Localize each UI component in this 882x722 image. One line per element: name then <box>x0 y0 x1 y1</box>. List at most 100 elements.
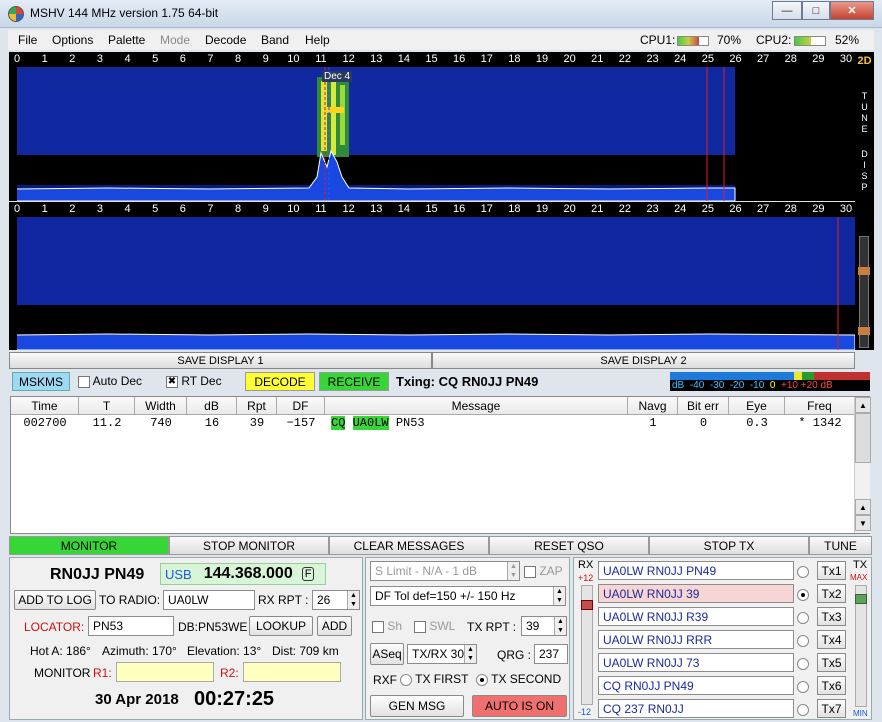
sh-checkbox[interactable]: Sh <box>372 619 402 633</box>
scroll-thumb[interactable] <box>855 413 871 463</box>
tx3-message-field[interactable]: UA0LW RN0JJ R39 <box>598 607 794 626</box>
maximize-icon[interactable]: □ <box>802 1 830 20</box>
scroll-down-icon[interactable]: ▼ <box>855 515 871 531</box>
menu-file[interactable]: File <box>18 33 37 47</box>
scale-tick: 28 <box>784 53 797 65</box>
qrg-field[interactable]: 237 <box>534 644 568 664</box>
save-display-1-button[interactable]: SAVE DISPLAY 1 <box>9 352 432 369</box>
tx-gain-slider[interactable] <box>855 585 867 707</box>
tx6-button[interactable]: Tx6 <box>817 676 846 695</box>
tx-second-radio[interactable]: TX SECOND <box>476 672 561 686</box>
df-tolerance-select[interactable]: DF Tol def=150 +/- 150 Hz ▲ ▼ <box>370 586 566 606</box>
stop-monitor-button[interactable]: STOP MONITOR <box>169 536 329 555</box>
tx6-radio[interactable] <box>797 679 809 693</box>
tx-rpt-spinner-icon[interactable]: ▲ ▼ <box>554 617 566 635</box>
cell-freq: * 1342 <box>798 416 842 430</box>
mode-2d-label[interactable]: 2D <box>855 55 874 67</box>
stop-tx-button[interactable]: STOP TX <box>649 536 809 555</box>
rx-gain-slider[interactable] <box>581 585 593 705</box>
f-button[interactable]: F <box>301 567 315 581</box>
db-info: DB:PN53WE <box>178 620 248 634</box>
level-slider-handle-1[interactable] <box>858 267 870 275</box>
txrx-period-select[interactable]: TX/RX 30 s ▲ ▼ <box>407 644 477 664</box>
scroll-up-icon-2[interactable]: ▲ <box>855 499 871 515</box>
gen-msg-button[interactable]: GEN MSG <box>370 695 464 717</box>
tx7-radio[interactable] <box>797 702 809 716</box>
tx7-button[interactable]: Tx7 <box>817 699 846 718</box>
tx-gain-handle[interactable] <box>855 594 867 604</box>
df-tolerance-spinner-icon[interactable]: ▲ ▼ <box>553 587 565 605</box>
waterfall-display-1[interactable]: Dec 4 <box>9 67 855 201</box>
tx7-message-field[interactable]: CQ 237 RN0JJ <box>598 699 794 718</box>
level-slider[interactable] <box>858 236 870 348</box>
tx5-radio[interactable] <box>797 656 809 670</box>
table-scrollbar[interactable]: ▲ ▲ ▼ <box>854 397 871 533</box>
swl-checkbox[interactable]: SWL <box>414 619 455 633</box>
tx4-radio[interactable] <box>797 633 809 647</box>
locator-field[interactable]: PN53 <box>88 616 174 636</box>
scale-tick: 4 <box>124 203 131 215</box>
reset-qso-button[interactable]: RESET QSO <box>489 536 649 555</box>
rx-rpt-field[interactable]: 26 ▲ ▼ <box>312 590 360 610</box>
txrx-spinner-icon[interactable]: ▲ ▼ <box>464 645 476 663</box>
tx3-radio[interactable] <box>797 610 809 624</box>
r2-field[interactable] <box>243 662 341 682</box>
menu-decode[interactable]: Decode <box>205 33 246 47</box>
tx3-button[interactable]: Tx3 <box>817 607 846 626</box>
tx4-button[interactable]: Tx4 <box>817 630 846 649</box>
menu-band[interactable]: Band <box>261 33 289 47</box>
monitor-button[interactable]: MONITOR <box>9 536 169 555</box>
add-to-log-button[interactable]: ADD TO LOG <box>14 590 96 610</box>
rt-dec-checkbox[interactable]: ✖ RT Dec <box>166 374 222 388</box>
table-row[interactable]: 002700 11.2 740 16 39 −157 CQ UA0LW PN53… <box>11 397 855 433</box>
auto-dec-checkbox[interactable]: Auto Dec <box>78 374 142 388</box>
menu-mode[interactable]: Mode <box>160 33 190 47</box>
receive-button[interactable]: RECEIVE <box>319 372 389 391</box>
tx-second-label: TX SECOND <box>491 672 562 686</box>
rx-rpt-value: 26 <box>317 593 331 607</box>
msg-locator: PN53 <box>395 416 425 430</box>
menu-options[interactable]: Options <box>52 33 93 47</box>
tx5-button[interactable]: Tx5 <box>817 653 846 672</box>
decode-button[interactable]: DECODE <box>245 372 315 391</box>
tx1-button[interactable]: Tx1 <box>817 561 846 580</box>
tx-first-radio[interactable]: TX FIRST <box>400 672 468 686</box>
mode-button[interactable]: MSKMS <box>12 372 70 391</box>
lookup-button[interactable]: LOOKUP <box>249 616 313 636</box>
tx-rpt-label: TX RPT : <box>467 620 517 634</box>
scroll-up-icon[interactable]: ▲ <box>855 397 871 413</box>
aseq-button[interactable]: ASeq <box>370 643 404 665</box>
menu-help[interactable]: Help <box>305 33 330 47</box>
tx4-message-field[interactable]: UA0LW RN0JJ RRR <box>598 630 794 649</box>
level-slider-handle-2[interactable] <box>858 327 870 335</box>
menu-palette[interactable]: Palette <box>108 33 145 47</box>
minimize-icon[interactable]: — <box>772 1 802 20</box>
frequency-display[interactable]: USB 144.368.000 F <box>160 563 326 585</box>
r1-field[interactable] <box>116 662 214 682</box>
tx2-radio[interactable] <box>797 587 809 601</box>
rxf-label[interactable]: RXF <box>373 673 397 687</box>
tx2-button[interactable]: Tx2 <box>817 584 846 603</box>
s-limit-field[interactable]: S Limit - N/A - 1 dB ▲ ▼ <box>370 561 520 581</box>
tx1-radio[interactable] <box>797 564 809 578</box>
tx-rpt-field[interactable]: 39 ▲ ▼ <box>521 616 567 636</box>
auto-is-on-button[interactable]: AUTO IS ON <box>472 695 567 717</box>
close-icon[interactable]: ✕ <box>830 1 874 20</box>
s-limit-spinner-icon[interactable]: ▲ ▼ <box>507 562 519 580</box>
tx1-message-field[interactable]: UA0LW RN0JJ PN49 <box>598 561 794 580</box>
tx6-message-field[interactable]: CQ RN0JJ PN49 <box>598 676 794 695</box>
cell-message[interactable]: CQ UA0LW PN53 <box>331 415 425 431</box>
tx5-message-field[interactable]: UA0LW RN0JJ 73 <box>598 653 794 672</box>
call-grid: RN0JJ PN49 <box>50 566 145 583</box>
to-radio-field[interactable]: UA0LW <box>163 590 255 610</box>
rx-rpt-spinner-icon[interactable]: ▲ ▼ <box>347 591 359 609</box>
decoded-messages-table[interactable]: Time T Width dB Rpt DF Message Navg Bit … <box>10 396 871 534</box>
tx2-message-field[interactable]: UA0LW RN0JJ 39 <box>598 584 794 603</box>
rx-gain-handle[interactable] <box>581 600 593 610</box>
clear-messages-button[interactable]: CLEAR MESSAGES <box>329 536 489 555</box>
save-display-2-button[interactable]: SAVE DISPLAY 2 <box>432 352 855 369</box>
zap-checkbox[interactable]: ZAP <box>524 564 563 578</box>
add-button[interactable]: ADD <box>317 616 352 636</box>
waterfall-display-2[interactable] <box>9 217 855 350</box>
tune-button[interactable]: TUNE <box>809 536 872 555</box>
